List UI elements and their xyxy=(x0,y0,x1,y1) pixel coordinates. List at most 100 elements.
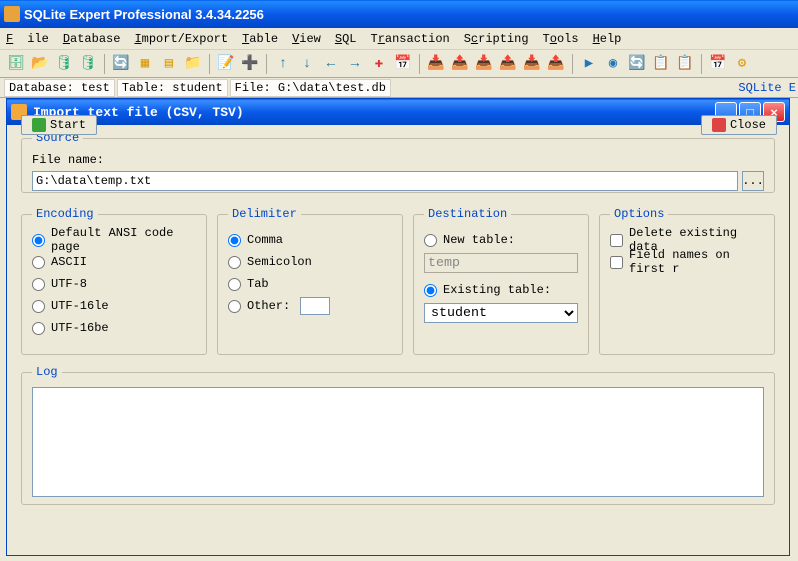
separator xyxy=(419,54,420,74)
delimiter-other-input[interactable] xyxy=(300,297,330,315)
new-table-label: New table: xyxy=(443,233,515,247)
tb-db-icon[interactable]: 🛢 xyxy=(54,54,74,74)
menu-view[interactable]: View xyxy=(292,32,321,46)
encoding-ascii-radio[interactable] xyxy=(32,256,45,269)
tb-script-icon[interactable]: 📝 xyxy=(216,54,236,74)
status-database: Database: test xyxy=(4,79,115,97)
options-legend: Options xyxy=(610,207,668,221)
tb-export2-icon[interactable]: 📤 xyxy=(498,54,518,74)
existing-table-label: Existing table: xyxy=(443,283,551,297)
source-group: Source File name: ... xyxy=(21,131,775,193)
delimiter-comma-label: Comma xyxy=(247,233,283,247)
tb-paste-icon[interactable]: 📋 xyxy=(651,54,671,74)
encoding-ansi-label: Default ANSI code page xyxy=(51,226,196,254)
tb-radio-icon[interactable]: ◉ xyxy=(603,54,623,74)
browse-button[interactable]: ... xyxy=(742,171,764,191)
tb-cal2-icon[interactable]: 📅 xyxy=(708,54,728,74)
start-button[interactable]: Start xyxy=(21,115,97,135)
delimiter-tab-label: Tab xyxy=(247,277,269,291)
new-table-radio[interactable] xyxy=(424,234,437,247)
tb-folder-icon[interactable]: 📁 xyxy=(183,54,203,74)
menu-database[interactable]: Database xyxy=(63,32,121,46)
brand-text: SQLite E xyxy=(738,81,796,95)
menu-sql[interactable]: SQL xyxy=(335,32,357,46)
tb-export3-icon[interactable]: 📤 xyxy=(546,54,566,74)
tb-db-plus-icon[interactable]: ➕ xyxy=(240,54,260,74)
menu-file[interactable]: File xyxy=(6,32,49,46)
delimiter-group: Delimiter Comma Semicolon Tab Other: xyxy=(217,207,403,355)
import-dialog: Import text file (CSV, TSV) _ □ × Source… xyxy=(6,98,790,556)
encoding-ansi-radio[interactable] xyxy=(32,234,45,247)
separator xyxy=(572,54,573,74)
encoding-legend: Encoding xyxy=(32,207,98,221)
log-legend: Log xyxy=(32,365,62,379)
tb-new-db-icon[interactable]: 🗄 xyxy=(6,54,26,74)
tb-import3-icon[interactable]: 📥 xyxy=(522,54,542,74)
status-line: Database: test Table: student File: G:\d… xyxy=(0,78,798,98)
existing-table-select[interactable]: student xyxy=(424,303,578,323)
tb-import2-icon[interactable]: 📥 xyxy=(474,54,494,74)
field-names-label: Field names on first r xyxy=(629,248,764,276)
close-button[interactable]: Close xyxy=(701,115,777,135)
app-title: SQLite Expert Professional 3.4.34.2256 xyxy=(24,7,264,22)
delimiter-legend: Delimiter xyxy=(228,207,301,221)
encoding-utf8-radio[interactable] xyxy=(32,278,45,291)
tb-left-icon[interactable]: ← xyxy=(321,54,341,74)
tb-add-icon[interactable]: ✚ xyxy=(369,54,389,74)
start-icon xyxy=(32,118,46,132)
menu-import-export[interactable]: Import/Export xyxy=(134,32,228,46)
separator xyxy=(701,54,702,74)
app-title-bar: SQLite Expert Professional 3.4.34.2256 xyxy=(0,0,798,28)
file-name-label: File name: xyxy=(32,153,764,167)
tb-down-icon[interactable]: ↓ xyxy=(297,54,317,74)
destination-group: Destination New table: Existing table: s… xyxy=(413,207,589,355)
encoding-ascii-label: ASCII xyxy=(51,255,87,269)
tb-play-icon[interactable]: ▶ xyxy=(579,54,599,74)
delimiter-semicolon-label: Semicolon xyxy=(247,255,312,269)
tb-calendar-icon[interactable]: 📅 xyxy=(393,54,413,74)
delete-existing-checkbox[interactable] xyxy=(610,234,623,247)
tb-refresh-icon[interactable]: 🔄 xyxy=(111,54,131,74)
menu-transaction[interactable]: Transaction xyxy=(371,32,450,46)
toolbar: 🗄 📂 🛢 🛢 🔄 ▦ ▤ 📁 📝 ➕ ↑ ↓ ← → ✚ 📅 📥 📤 📥 📤 … xyxy=(0,50,798,78)
tb-import-icon[interactable]: 📥 xyxy=(426,54,446,74)
log-group: Log xyxy=(21,365,775,505)
menu-help[interactable]: Help xyxy=(593,32,622,46)
tb-db2-icon[interactable]: 🛢 xyxy=(78,54,98,74)
delimiter-other-radio[interactable] xyxy=(228,300,241,313)
tb-up-icon[interactable]: ↑ xyxy=(273,54,293,74)
destination-legend: Destination xyxy=(424,207,511,221)
encoding-utf8-label: UTF-8 xyxy=(51,277,87,291)
tb-table-icon[interactable]: ▦ xyxy=(135,54,155,74)
tb-open-icon[interactable]: 📂 xyxy=(30,54,50,74)
separator xyxy=(266,54,267,74)
app-icon xyxy=(4,6,20,22)
tb-right-icon[interactable]: → xyxy=(345,54,365,74)
tb-export-icon[interactable]: 📤 xyxy=(450,54,470,74)
options-group: Options Delete existing data Field names… xyxy=(599,207,775,355)
tb-view-icon[interactable]: ▤ xyxy=(159,54,179,74)
tb-gear-icon[interactable]: ⚙ xyxy=(732,54,752,74)
encoding-group: Encoding Default ANSI code page ASCII UT… xyxy=(21,207,207,355)
delimiter-comma-radio[interactable] xyxy=(228,234,241,247)
field-names-checkbox[interactable] xyxy=(610,256,623,269)
status-file: File: G:\data\test.db xyxy=(230,79,391,97)
separator xyxy=(104,54,105,74)
delimiter-semicolon-radio[interactable] xyxy=(228,256,241,269)
close-button-icon xyxy=(712,118,726,132)
tb-paste2-icon[interactable]: 📋 xyxy=(675,54,695,74)
status-table: Table: student xyxy=(117,79,228,97)
encoding-utf16le-radio[interactable] xyxy=(32,300,45,313)
delimiter-other-label: Other: xyxy=(247,299,290,313)
existing-table-radio[interactable] xyxy=(424,284,437,297)
file-name-input[interactable] xyxy=(32,171,738,191)
menu-bar: File Database Import/Export Table View S… xyxy=(0,28,798,50)
log-textarea[interactable] xyxy=(32,387,764,497)
menu-scripting[interactable]: Scripting xyxy=(464,32,529,46)
menu-tools[interactable]: Tools xyxy=(543,32,579,46)
delimiter-tab-radio[interactable] xyxy=(228,278,241,291)
tb-refresh2-icon[interactable]: 🔄 xyxy=(627,54,647,74)
encoding-utf16be-radio[interactable] xyxy=(32,322,45,335)
menu-table[interactable]: Table xyxy=(242,32,278,46)
separator xyxy=(209,54,210,74)
